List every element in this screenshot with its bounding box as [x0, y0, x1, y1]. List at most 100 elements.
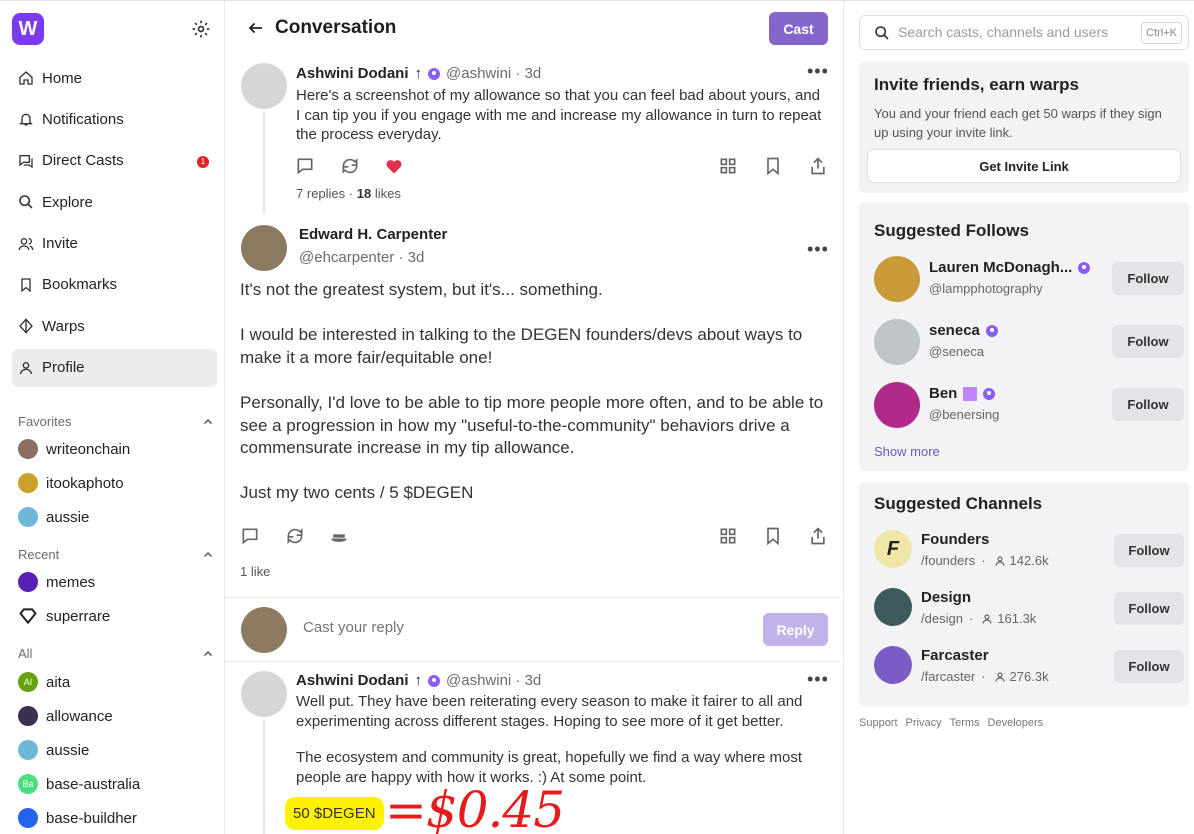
search-box[interactable]: Ctrl+K	[859, 15, 1189, 50]
nav-profile[interactable]: Profile	[12, 348, 217, 387]
nav-home[interactable]: Home	[12, 59, 217, 97]
channel-item[interactable]: memes	[18, 565, 214, 599]
grid-icon[interactable]	[718, 156, 738, 176]
replies-count[interactable]: 7	[296, 186, 303, 201]
author-name[interactable]: Edward H. Carpenter	[299, 226, 447, 243]
avatar[interactable]	[241, 225, 287, 271]
nav-bookmarks[interactable]: Bookmarks	[12, 266, 217, 304]
channel-item[interactable]: Ba base-australia	[18, 767, 214, 801]
nav-notifications[interactable]: Notifications	[12, 100, 217, 138]
search-input[interactable]	[898, 24, 1128, 40]
all-header[interactable]: All	[18, 646, 214, 661]
suggested-follows-card: Suggested Follows Lauren McDonagh... @la…	[859, 202, 1189, 471]
channel-item[interactable]: AI aita	[18, 665, 214, 699]
warpcast-logo[interactable]: W	[12, 13, 44, 45]
app-frame: W Home Notifications Direct Casts 1 Expl…	[0, 0, 1194, 834]
channel-item[interactable]: itookaphoto	[18, 466, 214, 500]
avatar[interactable]	[241, 671, 287, 717]
settings-gear-icon[interactable]	[191, 19, 211, 39]
channel-item[interactable]: aussie	[18, 500, 214, 534]
channel-name: aita	[46, 673, 71, 691]
highlighted-tip: 50 $DEGEN	[285, 797, 384, 830]
tip-hat-icon[interactable]	[329, 526, 349, 546]
nav-label: Invite	[42, 235, 78, 253]
channel-item[interactable]: aussie	[18, 733, 214, 767]
footer-link-developers[interactable]: Developers	[988, 717, 1044, 729]
design-logo[interactable]	[874, 588, 912, 626]
farcaster-logo[interactable]	[874, 646, 912, 684]
main-nav: Home Notifications Direct Casts 1 Explor…	[12, 59, 217, 390]
reply-input[interactable]	[303, 619, 743, 636]
reply-icon[interactable]	[295, 156, 315, 176]
nav-label: Notifications	[42, 110, 124, 128]
likes-count[interactable]: 1 like	[240, 564, 270, 579]
likes-count[interactable]: 18	[357, 186, 371, 201]
follow-button[interactable]: Follow	[1114, 592, 1184, 625]
nav-warps[interactable]: Warps	[12, 307, 217, 345]
channel-item[interactable]: base-buildher	[18, 801, 214, 834]
founders-logo[interactable]: F	[874, 530, 912, 568]
recent-header[interactable]: Recent	[18, 547, 214, 562]
more-options-icon[interactable]: •••	[807, 669, 829, 690]
avatar[interactable]	[874, 319, 920, 365]
bookmark-icon[interactable]	[763, 526, 783, 546]
back-arrow-icon[interactable]	[247, 19, 265, 37]
favorites-header[interactable]: Favorites	[18, 414, 214, 429]
cast-author: Ashwini Dodani ↑ @ashwini · 3d	[296, 672, 541, 689]
nav-explore[interactable]: Explore	[12, 183, 217, 221]
bookmark-icon[interactable]	[763, 156, 783, 176]
nav-invite[interactable]: Invite	[12, 225, 217, 263]
recast-icon[interactable]	[285, 526, 305, 546]
channel-item[interactable]: writeonchain	[18, 432, 214, 466]
all-list: AI aita allowance aussie Ba base-australia…	[18, 665, 214, 834]
thread-line	[263, 721, 265, 834]
up-arrow-icon: ↑	[414, 65, 423, 82]
get-invite-link-button[interactable]: Get Invite Link	[867, 149, 1181, 183]
footer-link-support[interactable]: Support	[859, 717, 898, 729]
reply-button[interactable]: Reply	[763, 613, 828, 646]
follow-button[interactable]: Follow	[1114, 534, 1184, 567]
channel-item[interactable]: allowance	[18, 699, 214, 733]
chevron-up-icon	[203, 418, 213, 424]
share-icon[interactable]	[808, 156, 828, 176]
author-name[interactable]: Ashwini Dodani	[296, 672, 409, 689]
follow-button[interactable]: Follow	[1112, 262, 1184, 295]
channel-name[interactable]: Design	[921, 589, 971, 606]
user-name[interactable]: Ben	[929, 385, 996, 402]
cast-button[interactable]: Cast	[769, 12, 828, 45]
more-options-icon[interactable]: •••	[807, 61, 829, 82]
channel-avatar: AI	[18, 672, 38, 692]
show-more-link[interactable]: Show more	[874, 444, 940, 459]
grid-icon[interactable]	[718, 526, 738, 546]
chevron-up-icon	[203, 551, 213, 557]
nav-direct-casts[interactable]: Direct Casts 1	[12, 142, 217, 180]
follow-button[interactable]: Follow	[1112, 388, 1184, 421]
more-options-icon[interactable]: •••	[807, 239, 829, 260]
share-icon[interactable]	[808, 526, 828, 546]
channel-item[interactable]: superrare	[18, 599, 214, 633]
channel-name[interactable]: Farcaster	[921, 647, 989, 664]
channel-name[interactable]: Founders	[921, 531, 989, 548]
channel-avatar	[18, 572, 38, 592]
footer-link-terms[interactable]: Terms	[950, 717, 980, 729]
channel-avatar: Ba	[18, 774, 38, 794]
follow-button[interactable]: Follow	[1112, 325, 1184, 358]
divider	[225, 597, 843, 598]
recast-icon[interactable]	[340, 156, 360, 176]
sidebar: W Home Notifications Direct Casts 1 Expl…	[0, 1, 225, 834]
avatar[interactable]	[241, 63, 287, 109]
follow-button[interactable]: Follow	[1114, 650, 1184, 683]
reply-icon[interactable]	[240, 526, 260, 546]
footer-link-privacy[interactable]: Privacy	[906, 717, 942, 729]
channel-avatar	[18, 507, 38, 527]
avatar[interactable]	[874, 256, 920, 302]
invite-title: Invite friends, earn warps	[874, 75, 1080, 94]
divider	[225, 661, 843, 662]
heart-icon[interactable]	[384, 156, 404, 176]
user-name[interactable]: seneca	[929, 322, 998, 339]
avatar[interactable]	[874, 382, 920, 428]
author-name[interactable]: Ashwini Dodani	[296, 65, 409, 82]
suggested-channel: F Founders /founders · 142.6k Follow	[874, 526, 1184, 576]
user-name[interactable]: Lauren McDonagh...	[929, 259, 1091, 276]
cast-paragraph: Just my two cents / 5 $DEGEN	[240, 483, 474, 502]
